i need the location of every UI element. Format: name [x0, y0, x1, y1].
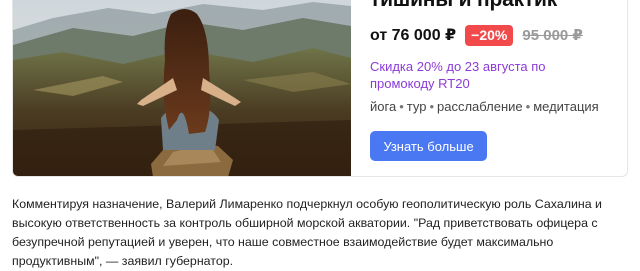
tag-separator: •	[429, 99, 434, 114]
ad-card[interactable]: тишины и практик от 76 000 ₽ −20% 95 000…	[12, 0, 628, 177]
learn-more-button[interactable]: Узнать больше	[370, 131, 487, 161]
tag-item: медитация	[533, 99, 599, 114]
tag-separator: •	[399, 99, 404, 114]
discount-badge: −20%	[465, 24, 514, 46]
tag-item: расслабление	[437, 99, 523, 114]
ad-image-yoga-mountains[interactable]	[13, 0, 351, 176]
tag-item: йога	[370, 99, 397, 114]
ad-title[interactable]: тишины и практик	[370, 0, 557, 12]
article-paragraph: Комментируя назначение, Валерий Лимаренк…	[12, 197, 602, 268]
tag-item: тур	[406, 99, 427, 114]
tag-separator: •	[525, 99, 531, 114]
price-old: 95 000 ₽	[522, 27, 583, 44]
price-current: от 76 000 ₽	[370, 27, 457, 44]
ad-body: тишины и практик от 76 000 ₽ −20% 95 000…	[370, 0, 620, 176]
promo-text: Скидка 20% до 23 августа по промокоду RT…	[370, 59, 546, 91]
price-row: от 76 000 ₽ −20% 95 000 ₽	[370, 24, 583, 46]
tag-list: йога • тур • расслабление • медитация	[370, 99, 599, 114]
page: тишины и практик от 76 000 ₽ −20% 95 000…	[0, 0, 640, 271]
